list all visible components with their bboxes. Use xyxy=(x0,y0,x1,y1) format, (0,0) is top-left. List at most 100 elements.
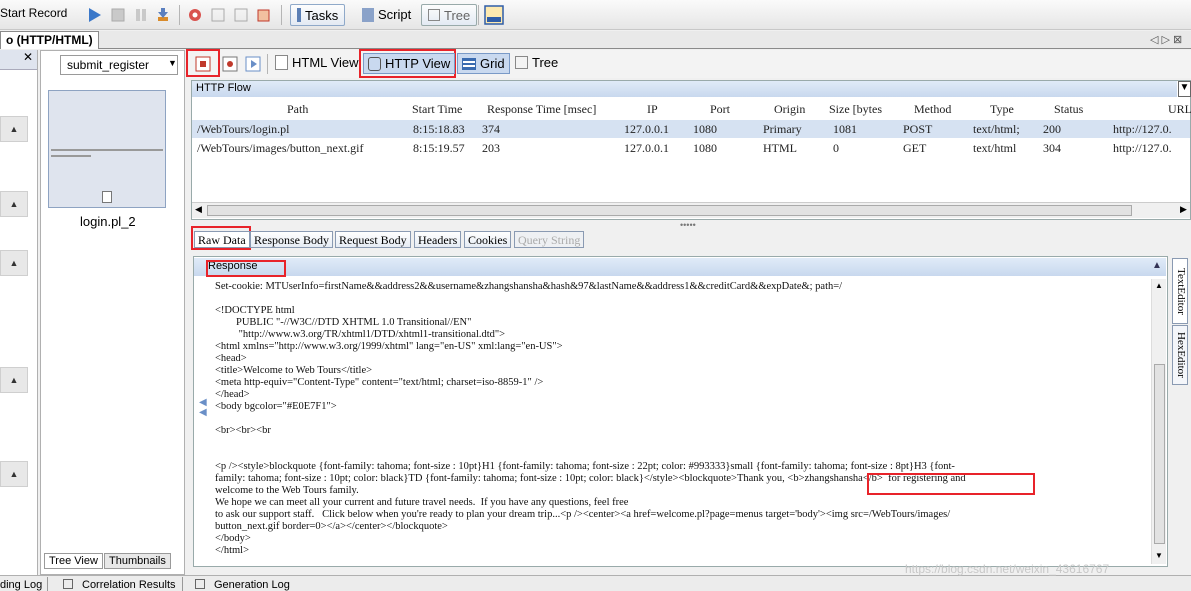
tab-thumbnails[interactable]: Thumbnails xyxy=(104,553,171,569)
cell-status: 304 xyxy=(1043,141,1061,155)
start-record-button[interactable]: Start Record xyxy=(0,6,67,20)
generation-log-icon xyxy=(195,579,205,589)
compile-icon[interactable] xyxy=(256,7,272,23)
correlation-icon xyxy=(63,579,73,589)
horizontal-scrollbar[interactable]: ◀ ▶ xyxy=(192,202,1190,218)
http-view-icon xyxy=(368,56,381,71)
page-thumbnail[interactable] xyxy=(48,90,166,208)
column-header[interactable]: Size [bytes xyxy=(829,102,882,117)
response-line: <p /><style>blockquote {font-family: tah… xyxy=(215,461,955,472)
column-header[interactable]: Origin xyxy=(774,102,805,117)
response-line: </body> xyxy=(215,533,251,544)
toolbar-separator xyxy=(478,5,479,25)
tab-response-body[interactable]: Response Body xyxy=(250,231,333,248)
scroll-left-icon[interactable]: ◀ xyxy=(195,204,202,215)
expand-arrows-icon[interactable]: ◀ ◀ xyxy=(199,398,207,418)
tab-raw-data[interactable]: Raw Data xyxy=(194,231,250,248)
vertical-scrollbar[interactable]: ▲ ▼ xyxy=(1151,279,1166,564)
response-line: "http://www.w3.org/TR/xhtml1/DTD/xhtml1-… xyxy=(215,329,506,340)
tab-tasks[interactable]: Tasks xyxy=(290,4,346,26)
tab-tree[interactable]: Tree xyxy=(421,4,478,26)
tab-text-editor[interactable]: TextEditor xyxy=(1172,258,1188,324)
cell-origin: HTML xyxy=(763,141,797,155)
response-line xyxy=(215,293,1150,305)
collapse-button[interactable]: ▲ xyxy=(0,116,28,142)
tab-scroll-arrows[interactable]: ◁ ▷ ⊠ xyxy=(1150,33,1182,46)
scrollbar-thumb[interactable] xyxy=(207,205,1132,216)
view-toolbar: HTML View HTTP View Grid Tree xyxy=(186,49,1191,78)
tasks-icon xyxy=(297,8,301,22)
cell-port: 1080 xyxy=(693,141,717,155)
column-header[interactable]: Path xyxy=(287,102,308,117)
column-header[interactable]: Method xyxy=(914,102,951,117)
response-line: PUBLIC "-//W3C//DTD XHTML 1.0 Transition… xyxy=(215,317,472,328)
close-icon[interactable]: ✕ xyxy=(0,50,37,70)
thumbnail-text-line xyxy=(51,155,91,157)
tab-recording-log[interactable]: ding Log xyxy=(0,579,42,591)
tab-generation-log[interactable]: Generation Log xyxy=(214,579,290,591)
cell-path: /WebTours/images/button_next.gif xyxy=(197,141,364,155)
response-line: Set-cookie: MTUserInfo=firstName&&addres… xyxy=(215,281,843,292)
thumbnail-caption: login.pl_2 xyxy=(80,214,136,229)
document-tab-bar xyxy=(0,31,1191,49)
tab-query-string[interactable]: Query String xyxy=(514,231,585,248)
column-header[interactable]: Status xyxy=(1054,102,1083,117)
column-header[interactable]: URL xyxy=(1168,102,1191,117)
scroll-down-icon[interactable]: ▼ xyxy=(1155,551,1163,560)
filter-icon[interactable]: ▼ xyxy=(1178,81,1191,97)
cell-url: http://127.0. xyxy=(1113,122,1172,136)
cell-ip: 127.0.0.1 xyxy=(624,141,669,155)
response-line: We hope we can meet all your current and… xyxy=(215,497,629,508)
tab-correlation-results[interactable]: Correlation Results xyxy=(82,579,176,591)
tab-cookies[interactable]: Cookies xyxy=(464,231,512,248)
tab-tree-view[interactable]: Tree View xyxy=(44,553,103,569)
scroll-right-icon[interactable]: ▶ xyxy=(1180,204,1187,215)
main-toolbar: Start Record Tasks Script Tree xyxy=(0,0,1191,30)
cell-start-time: 8:15:19.57 xyxy=(413,141,465,155)
step-selector[interactable]: submit_register xyxy=(60,55,178,75)
collapse-icon[interactable]: ▲ xyxy=(1152,260,1162,271)
http-view-button[interactable]: HTTP View xyxy=(363,53,456,74)
pause-icon[interactable] xyxy=(133,7,149,23)
collapse-button[interactable]: ▲ xyxy=(0,367,28,393)
scroll-up-icon[interactable]: ▲ xyxy=(1155,281,1163,290)
cell-type: text/html xyxy=(973,141,1017,155)
play-snapshot-icon[interactable] xyxy=(244,55,262,73)
grid-button[interactable]: Grid xyxy=(457,53,510,74)
cell-response-time: 374 xyxy=(482,122,500,136)
run-script-icon[interactable] xyxy=(187,7,203,23)
tab-script[interactable]: Script xyxy=(362,7,411,22)
collapse-button[interactable]: ▲ xyxy=(0,250,28,276)
document-tab[interactable]: o (HTTP/HTML) xyxy=(0,31,99,49)
column-header[interactable]: Response Time [msec] xyxy=(487,102,596,117)
snapshot-icon[interactable] xyxy=(221,55,239,73)
page-view-icon[interactable] xyxy=(194,55,212,73)
tab-headers[interactable]: Headers xyxy=(414,231,462,248)
splitter-handle[interactable]: ••••• xyxy=(680,220,696,230)
tab-hex-editor[interactable]: HexEditor xyxy=(1172,325,1188,385)
response-raw-text[interactable]: Set-cookie: MTUserInfo=firstName&&addres… xyxy=(215,281,1150,566)
column-header[interactable]: IP xyxy=(647,102,658,117)
download-icon[interactable] xyxy=(155,7,171,23)
tab-request-body[interactable]: Request Body xyxy=(335,231,411,248)
scrollbar-thumb[interactable] xyxy=(1154,364,1165,544)
chevron-down-icon[interactable]: ▼ xyxy=(168,58,177,68)
layout-icon[interactable] xyxy=(484,5,504,25)
cell-size: 1081 xyxy=(833,122,857,136)
collapse-button[interactable]: ▲ xyxy=(0,191,28,217)
cell-status: 200 xyxy=(1043,122,1061,136)
step-icon[interactable] xyxy=(210,7,226,23)
column-header[interactable]: Type xyxy=(990,102,1014,117)
toolbar-separator xyxy=(267,54,268,74)
response-line: </head> xyxy=(215,389,250,400)
tree-view-button[interactable]: Tree xyxy=(515,55,558,70)
html-view-button[interactable]: HTML View xyxy=(275,55,358,70)
play-icon[interactable] xyxy=(87,7,103,23)
step-over-icon[interactable] xyxy=(233,7,249,23)
column-header[interactable]: Start Time xyxy=(412,102,462,117)
thumbnail-button xyxy=(102,191,112,203)
watermark: https://blog.csdn.net/weixin_43616767 xyxy=(905,562,1110,576)
collapse-button[interactable]: ▲ xyxy=(0,461,28,487)
stop-icon[interactable] xyxy=(110,7,126,23)
column-header[interactable]: Port xyxy=(710,102,730,117)
